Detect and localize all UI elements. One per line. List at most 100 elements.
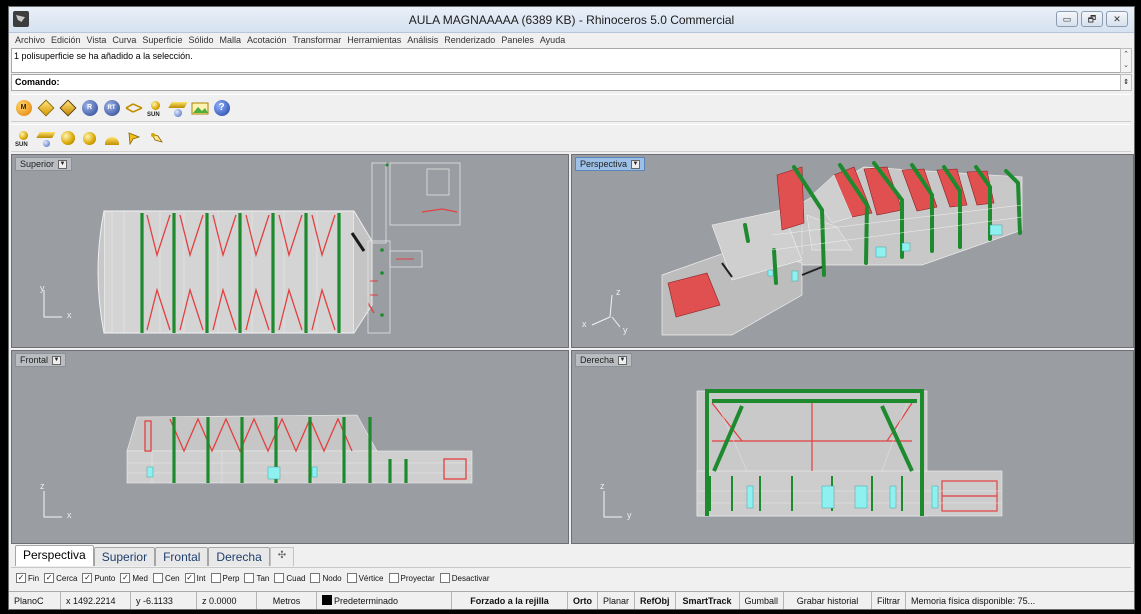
osnap-nodo[interactable]: Nodo [310, 573, 342, 583]
osnap-checkbox[interactable] [210, 573, 221, 583]
menu-vista[interactable]: Vista [84, 33, 110, 48]
status-layer[interactable]: Predeterminado [317, 592, 452, 609]
osnap-checkbox[interactable] [310, 573, 321, 583]
osnap-checkbox[interactable] [439, 573, 450, 583]
status-smarttrack[interactable]: SmartTrack [676, 592, 740, 609]
pointer-glyph [150, 133, 163, 143]
viewport-menu-arrow-icon[interactable]: ▼ [52, 355, 62, 365]
osnap-cen[interactable]: Cen [152, 573, 180, 583]
camera-icon[interactable] [167, 99, 188, 118]
osnap-label: Med [132, 573, 148, 583]
status-memory: Memoria física disponible: 75... [911, 596, 1036, 606]
command-prompt: Comando: [11, 74, 1121, 91]
arrow-flag-icon[interactable] [124, 129, 143, 148]
osnap-checkbox[interactable]: ✓ [120, 573, 131, 583]
menu-superficie[interactable]: Superficie [139, 33, 185, 48]
material-edit-icon[interactable] [58, 99, 77, 118]
osnap-desactivar[interactable]: Desactivar [439, 573, 490, 583]
sun-light-icon[interactable]: SUN [14, 129, 33, 148]
rt-render-icon[interactable]: RT [102, 99, 121, 118]
maximize-button[interactable]: 🗗 [1081, 11, 1103, 27]
osnap-int[interactable]: ✓ Int [184, 573, 206, 583]
osnap-cerca[interactable]: ✓ Cerca [44, 573, 77, 583]
menu-edicion[interactable]: Edición [48, 33, 84, 48]
help-icon[interactable]: ? [212, 99, 231, 118]
osnap-cuad[interactable]: Cuad [274, 573, 305, 583]
command-history-toggle[interactable]: ⇕ [1120, 74, 1132, 91]
sphere-icon[interactable] [58, 129, 77, 148]
emitter-icon[interactable] [124, 99, 143, 118]
menu-curva[interactable]: Curva [109, 33, 139, 48]
environment-icon[interactable] [190, 99, 209, 118]
viewport-menu-arrow-icon[interactable]: ▼ [58, 159, 68, 169]
hemisphere-icon[interactable] [102, 129, 121, 148]
menu-herramientas[interactable]: Herramientas [344, 33, 404, 48]
sphere-small-icon[interactable] [80, 129, 99, 148]
viewport-derecha[interactable]: Derecha ▼ z y [571, 350, 1134, 544]
plane-icon[interactable] [35, 129, 56, 148]
menu-malla[interactable]: Malla [216, 33, 244, 48]
viewport-frontal[interactable]: Frontal ▼ z x [11, 350, 569, 544]
viewport-perspectiva[interactable]: Perspectiva ▼ z y x [571, 154, 1134, 348]
render-toolbar: M R RT SUN ? [11, 94, 1131, 122]
osnap-checkbox[interactable] [152, 573, 163, 583]
maxwell-icon[interactable]: M [14, 99, 33, 118]
osnap-perp[interactable]: Perp [210, 573, 239, 583]
tab-superior[interactable]: Superior [93, 547, 156, 566]
menu-analisis[interactable]: Análisis [404, 33, 441, 48]
status-planar[interactable]: Planar [598, 592, 636, 609]
osnap-checkbox[interactable] [244, 573, 255, 583]
viewport-title-perspectiva[interactable]: Perspectiva ▼ [575, 157, 646, 171]
osnap-vrtice[interactable]: Vértice [346, 573, 384, 583]
osnap-checkbox[interactable] [274, 573, 285, 583]
menu-paneles[interactable]: Paneles [498, 33, 537, 48]
render-icon[interactable]: R [80, 99, 99, 118]
viewport-title-derecha[interactable]: Derecha ▼ [575, 353, 633, 367]
viewport-tabs: Perspectiva Superior Frontal Derecha ✣ [11, 544, 1131, 566]
status-grid-snap[interactable]: Forzado a la rejilla [452, 592, 568, 609]
status-record-history[interactable]: Grabar historial [784, 592, 873, 609]
pointer-icon[interactable] [146, 129, 165, 148]
status-ortho[interactable]: Orto [568, 592, 598, 609]
menu-acotacion[interactable]: Acotación [244, 33, 290, 48]
osnap-checkbox[interactable]: ✓ [184, 573, 195, 583]
status-cplane[interactable]: PlanoC [9, 592, 61, 609]
status-refobj[interactable]: RefObj [635, 592, 676, 609]
osnap-checkbox[interactable] [346, 573, 357, 583]
viewport-menu-arrow-icon[interactable]: ▼ [618, 355, 628, 365]
viewport-superior[interactable]: Superior ▼ y x [11, 154, 569, 348]
osnap-checkbox[interactable]: ✓ [82, 573, 93, 583]
sun-icon[interactable]: SUN [146, 99, 165, 118]
tab-derecha[interactable]: Derecha [208, 547, 270, 566]
tab-perspectiva[interactable]: Perspectiva [15, 545, 94, 566]
viewport-title-superior[interactable]: Superior ▼ [15, 157, 73, 171]
command-input[interactable] [62, 75, 1112, 90]
history-scrollbar[interactable]: ⌃ ⌄ [1120, 48, 1132, 73]
osnap-checkbox[interactable] [388, 573, 399, 583]
menu-renderizado[interactable]: Renderizado [441, 33, 498, 48]
material-icon[interactable] [36, 99, 55, 118]
status-units[interactable]: Metros [257, 592, 317, 609]
osnap-punto[interactable]: ✓ Punto [82, 573, 115, 583]
viewport-menu-arrow-icon[interactable]: ▼ [631, 159, 641, 169]
menu-solido[interactable]: Sólido [185, 33, 216, 48]
osnap-tan[interactable]: Tan [244, 573, 269, 583]
osnap-proyectar[interactable]: Proyectar [388, 573, 435, 583]
axis-y-label: y [40, 283, 45, 293]
minimize-button[interactable]: ▭ [1056, 11, 1078, 27]
status-filter[interactable]: Filtrar [872, 592, 907, 609]
osnap-med[interactable]: ✓ Med [120, 573, 148, 583]
viewport-label: Perspectiva [580, 159, 628, 169]
close-button[interactable]: ✕ [1106, 11, 1128, 27]
add-tab-icon[interactable]: ✣ [269, 547, 295, 566]
viewport-label: Frontal [20, 355, 49, 365]
osnap-checkbox[interactable]: ✓ [16, 573, 26, 583]
menu-ayuda[interactable]: Ayuda [537, 33, 568, 48]
viewport-title-frontal[interactable]: Frontal ▼ [15, 353, 67, 367]
status-gumball[interactable]: Gumball [740, 592, 785, 609]
osnap-fin[interactable]: ✓ Fin [16, 573, 39, 583]
menu-archivo[interactable]: Archivo [12, 33, 48, 48]
osnap-checkbox[interactable]: ✓ [44, 573, 55, 583]
tab-frontal[interactable]: Frontal [155, 547, 209, 566]
menu-transformar[interactable]: Transformar [290, 33, 345, 48]
